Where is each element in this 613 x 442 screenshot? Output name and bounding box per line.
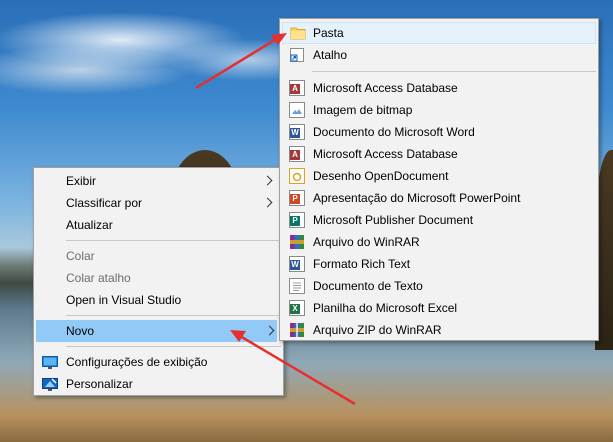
annotation-arrow-to-pasta xyxy=(195,33,287,90)
annotation-arrows xyxy=(195,33,356,406)
annotation-arrow-to-novo xyxy=(230,330,356,406)
